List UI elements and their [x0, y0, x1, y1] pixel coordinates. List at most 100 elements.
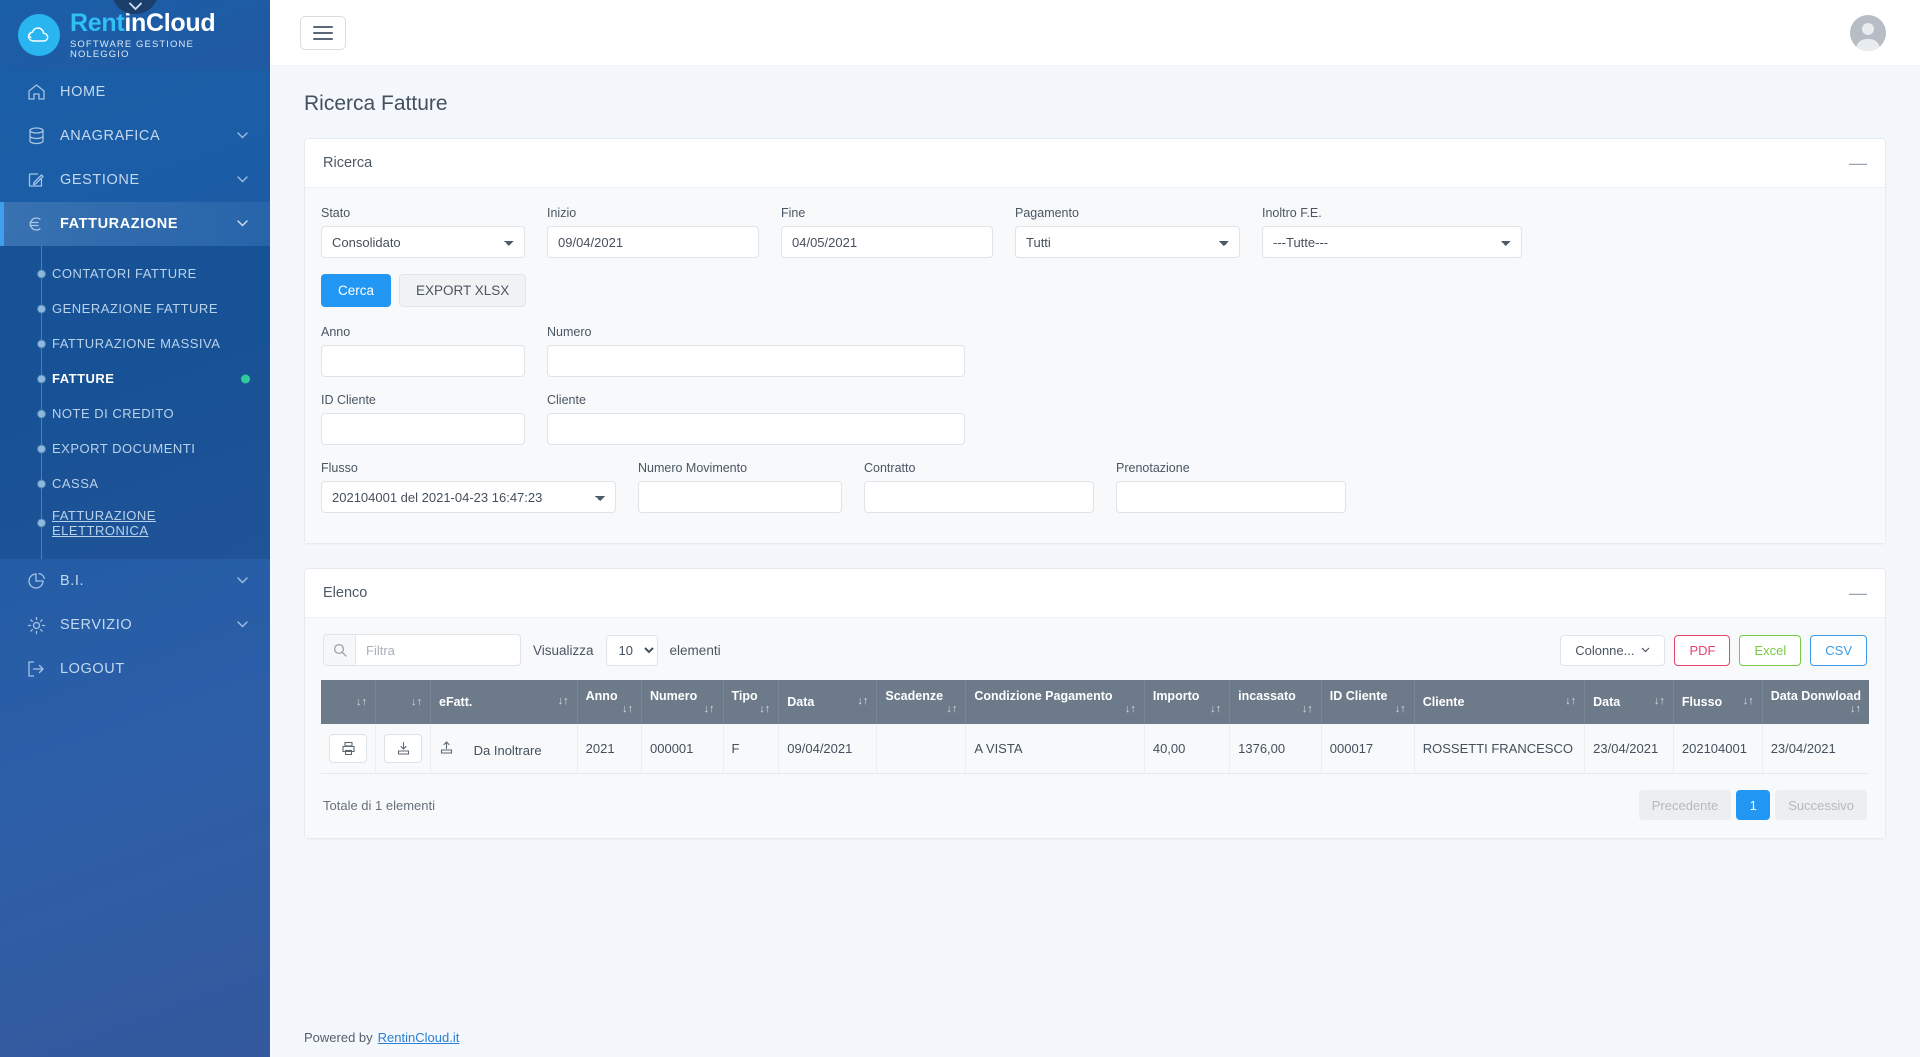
numero-movimento-input[interactable] [638, 481, 842, 513]
table-col-efatt[interactable]: eFatt. ↓↑ [430, 680, 578, 724]
table-col-flusso[interactable]: Flusso ↓↑ [1673, 680, 1763, 724]
cell-data2: 23/04/2021 [1584, 724, 1674, 774]
cell-incassato: 1376,00 [1229, 724, 1322, 774]
cell-id-cliente: 000017 [1321, 724, 1415, 774]
field-label: Inizio [547, 206, 577, 220]
sidebar-item-home[interactable]: HOME [0, 70, 270, 114]
table-col-condizione-pagamento[interactable]: Condizione Pagamento ↓↑ [965, 680, 1145, 724]
sort-icon[interactable]: ↓↑ [558, 695, 569, 707]
table-col-print[interactable]: ↓↑ [321, 680, 376, 724]
sidebar-subitem-note-di-credito[interactable]: NOTE DI CREDITO [0, 396, 270, 431]
sort-icon[interactable]: ↓↑ [1850, 703, 1861, 715]
sidebar-subitem-contatori-fatture[interactable]: CONTATORI FATTURE [0, 256, 270, 291]
excel-button[interactable]: Excel [1739, 634, 1802, 666]
sort-icon[interactable]: ↓↑ [1210, 703, 1221, 715]
table-col-data2[interactable]: Data ↓↑ [1584, 680, 1674, 724]
cerca-button[interactable]: Cerca [321, 274, 392, 307]
table-col-importo[interactable]: Importo ↓↑ [1144, 680, 1231, 724]
sidebar-item-label: B.I. [60, 573, 85, 589]
sidebar-subitem-export-documenti[interactable]: EXPORT DOCUMENTI [0, 431, 270, 466]
table-col-data-download[interactable]: Data Donwload ↓↑ [1762, 680, 1869, 724]
pagination-previous[interactable]: Precedente [1638, 790, 1732, 820]
pagination-next[interactable]: Successivo [1775, 790, 1867, 820]
cloud-icon [27, 27, 49, 42]
sort-icon[interactable]: ↓↑ [1395, 703, 1406, 715]
sort-icon[interactable]: ↓↑ [704, 703, 715, 715]
sidebar-subitem-generazione-fatture[interactable]: GENERAZIONE FATTURE [0, 291, 270, 326]
sort-icon[interactable]: ↓↑ [1654, 695, 1665, 707]
sidebar-subitem-cassa[interactable]: CASSA [0, 466, 270, 501]
export-xlsx-button[interactable]: EXPORT XLSX [399, 274, 527, 307]
table-col-incassato[interactable]: incassato ↓↑ [1229, 680, 1322, 724]
sort-icon[interactable]: ↓↑ [1743, 695, 1754, 707]
list-card: Elenco — Visualizza [304, 568, 1886, 839]
sidebar-item-fatturazione[interactable]: FATTURAZIONE [0, 202, 270, 246]
sidebar-item-servizio[interactable]: SERVIZIO [0, 603, 270, 647]
pie-chart-icon [26, 571, 46, 591]
table-row[interactable]: Da Inoltrare 2021 000001 F 09/04/2021 A … [321, 724, 1869, 774]
sidebar-subitem-fatturazione-massiva[interactable]: FATTURAZIONE MASSIVA [0, 326, 270, 361]
sort-icon[interactable]: ↓↑ [1125, 703, 1136, 715]
page-size-select[interactable]: 10 [605, 634, 658, 666]
numero-input[interactable] [547, 345, 965, 377]
fine-input[interactable] [781, 226, 993, 258]
printer-icon[interactable] [329, 734, 367, 763]
colonne-button[interactable]: Colonne... [1560, 634, 1666, 666]
minimize-icon[interactable]: — [1849, 584, 1867, 602]
minimize-icon[interactable]: — [1849, 154, 1867, 172]
sort-icon[interactable]: ↓↑ [622, 703, 633, 715]
sort-icon[interactable]: ↓↑ [857, 695, 868, 707]
field-label: Prenotazione [1116, 461, 1190, 475]
sort-icon[interactable]: ↓↑ [411, 696, 422, 708]
download-document-icon[interactable] [384, 734, 422, 763]
stato-select[interactable]: Consolidato [321, 226, 525, 258]
footer-link[interactable]: RentinCloud.it [378, 1030, 460, 1045]
id-cliente-input[interactable] [321, 413, 525, 445]
table-col-scadenze[interactable]: Scadenze ↓↑ [876, 680, 967, 724]
hamburger-icon[interactable] [300, 15, 346, 50]
col-label: Cliente [1422, 695, 1465, 709]
contratto-input[interactable] [864, 481, 1094, 513]
sidebar-subitem-fatturazione-elettronica[interactable]: FATTURAZIONE ELETTRONICA [0, 501, 270, 545]
upload-document-icon[interactable] [439, 740, 454, 755]
col-label: incassato [1238, 689, 1296, 703]
table-col-data[interactable]: Data ↓↑ [778, 680, 878, 724]
cell-print [321, 724, 376, 774]
avatar[interactable] [1850, 14, 1886, 51]
sidebar-subitem-label: FATTURAZIONE MASSIVA [52, 336, 221, 351]
table-col-id-cliente[interactable]: ID Cliente ↓↑ [1321, 680, 1415, 724]
sidebar-subitem-label: NOTE DI CREDITO [52, 406, 175, 421]
sidebar-item-gestione[interactable]: GESTIONE [0, 158, 270, 202]
sort-icon[interactable]: ↓↑ [356, 696, 367, 708]
inizio-input[interactable] [547, 226, 759, 258]
cliente-input[interactable] [547, 413, 965, 445]
inoltro-fe-select[interactable]: ---Tutte--- [1262, 226, 1522, 258]
sort-icon[interactable]: ↓↑ [1302, 703, 1313, 715]
pagination-page-1[interactable]: 1 [1736, 790, 1771, 820]
flusso-select[interactable]: 202104001 del 2021-04-23 16:47:23 [321, 481, 616, 513]
field-prenotazione: Prenotazione [1116, 461, 1346, 513]
user-avatar-icon[interactable] [1850, 14, 1886, 51]
pdf-button[interactable]: PDF [1674, 634, 1731, 666]
csv-button[interactable]: CSV [1810, 634, 1867, 666]
sidebar-subitem-fatture[interactable]: FATTURE [0, 361, 270, 396]
prenotazione-input[interactable] [1116, 481, 1346, 513]
brand-logo [18, 14, 60, 56]
table-col-cliente[interactable]: Cliente ↓↑ [1414, 680, 1586, 724]
sidebar-item-bi[interactable]: B.I. [0, 559, 270, 603]
sidebar-item-anagrafica[interactable]: ANAGRAFICA [0, 114, 270, 158]
sidebar-item-logout[interactable]: LOGOUT [0, 647, 270, 691]
table-col-download[interactable]: ↓↑ [375, 680, 431, 724]
sidebar-item-label: LOGOUT [60, 661, 125, 677]
sort-icon[interactable]: ↓↑ [759, 703, 770, 715]
field-pagamento: Pagamento Tutti [1015, 206, 1240, 258]
table-col-tipo[interactable]: Tipo ↓↑ [723, 680, 780, 724]
sort-icon[interactable]: ↓↑ [1565, 695, 1576, 707]
table-toolbar-left: Visualizza 10 elementi [323, 634, 721, 666]
filter-input[interactable] [355, 634, 521, 666]
table-col-numero[interactable]: Numero ↓↑ [641, 680, 724, 724]
pagamento-select[interactable]: Tutti [1015, 226, 1240, 258]
sort-icon[interactable]: ↓↑ [946, 703, 957, 715]
table-col-anno[interactable]: Anno ↓↑ [577, 680, 643, 724]
anno-input[interactable] [321, 345, 525, 377]
